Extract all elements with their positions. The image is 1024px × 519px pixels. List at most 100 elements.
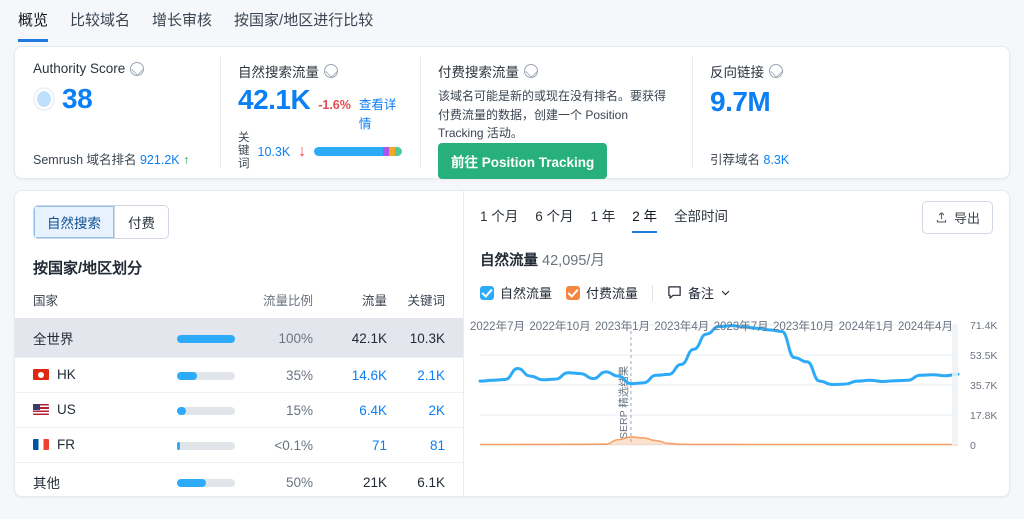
col-traffic: 流量 (361, 294, 387, 308)
cell-traffic: 21K (313, 462, 387, 496)
period-tabs: 1 个月 6 个月 1 年 2 年 全部时间 (480, 205, 993, 233)
tab-growth-audit[interactable]: 增长审核 (152, 9, 212, 42)
x-axis-label: 2022年7月 (470, 321, 525, 333)
cell-traffic-share: 50% (235, 462, 313, 496)
info-icon[interactable] (324, 64, 338, 78)
x-axis-label: 2022年10月 (529, 321, 591, 333)
paid-traffic-label: 付费搜索流量 (438, 65, 519, 80)
cell-keywords[interactable]: 2.1K (387, 357, 463, 393)
legend-divider (652, 284, 654, 301)
export-label: 导出 (953, 211, 980, 226)
main-tabs: 概览 比较域名 增长审核 按国家/地区进行比较 (0, 0, 1024, 42)
period-1-year[interactable]: 1 年 (591, 205, 616, 233)
table-row[interactable]: HK 35% 14.6K 2.1K (15, 357, 463, 393)
country-name: US (57, 402, 76, 417)
cell-country: 全世界 (15, 318, 139, 358)
keywords-value[interactable]: 10.3K (258, 145, 291, 159)
x-axis-label: 2024年1月 (838, 321, 894, 333)
traffic-headline: 自然流量 42,095/月 (480, 249, 993, 270)
go-to-position-tracking-button[interactable]: 前往 Position Tracking (438, 142, 608, 179)
table-row[interactable]: US 15% 6.4K 2K (15, 392, 463, 428)
country-name: 全世界 (33, 332, 74, 347)
keyword-bar-segment (314, 147, 383, 157)
export-icon (936, 212, 947, 223)
cell-keywords[interactable]: 81 (387, 427, 463, 463)
organic-traffic-title: 自然搜索流量 (238, 61, 402, 81)
view-details-link[interactable]: 查看详情 (359, 94, 402, 132)
flag-icon-hk (33, 369, 49, 380)
tab-compare-domains[interactable]: 比较域名 (70, 9, 130, 42)
table-row[interactable]: FR <0.1% 71 81 (15, 427, 463, 463)
referring-domains-value[interactable]: 8.3K (764, 153, 790, 167)
traffic-headline-value: 42,095/月 (542, 253, 605, 269)
backlinks-metric: 反向链接 9.7M 引荐域名 8.3K (692, 47, 952, 178)
organic-traffic-label: 自然搜索流量 (238, 65, 319, 80)
col-keywords: 关键词 (407, 294, 445, 308)
checkbox-paid-icon[interactable] (566, 285, 581, 300)
bar-fill (177, 441, 181, 450)
col-traffic-share: 流量比例 (262, 294, 313, 308)
col-country: 国家 (33, 294, 59, 308)
country-distribution-pane: 自然搜索 付费 按国家/地区划分 国家 流量比例 流量 关键词 全世界 100% 4… (15, 191, 464, 496)
chart-svg[interactable]: 017.8K35.7K53.5K71.4KSERP 精选结果 (474, 317, 1010, 457)
cell-traffic-bar (139, 427, 235, 463)
bar-track (177, 441, 235, 450)
cell-traffic[interactable]: 71 (313, 427, 387, 463)
period-all-time[interactable]: 全部时间 (674, 205, 728, 233)
cell-country: US (15, 392, 139, 428)
cell-keywords[interactable]: 2K (387, 392, 463, 428)
notes-label: 备注 (688, 286, 715, 301)
country-table-body: 全世界 100% 42.1K 10.3K HK 35% 14.6K 2.1K US 15% 6.4K… (15, 318, 463, 496)
organic-traffic-value-row: 42.1K -1.6% 查看详情 (238, 84, 402, 132)
toggle-organic-search[interactable]: 自然搜索 (34, 206, 115, 238)
tab-compare-by-country[interactable]: 按国家/地区进行比较 (234, 9, 373, 42)
paid-traffic-title: 付费搜索流量 (438, 61, 674, 81)
period-6-months[interactable]: 6 个月 (535, 205, 573, 233)
comment-icon (668, 286, 681, 299)
info-icon[interactable] (130, 61, 145, 76)
export-button[interactable]: 导出 (921, 201, 993, 234)
cell-keywords: 6.1K (387, 462, 463, 496)
keywords-row: 关键词 10.3K ↓ (238, 132, 402, 172)
backlinks-label: 反向链接 (710, 65, 764, 80)
info-icon[interactable] (769, 64, 783, 78)
svg-text:71.4K: 71.4K (970, 320, 997, 332)
traffic-headline-label: 自然流量 (480, 253, 538, 269)
bar-track (177, 478, 235, 487)
table-row[interactable]: 其他 50% 21K 6.1K (15, 462, 463, 496)
checkbox-organic-icon[interactable] (480, 285, 494, 300)
info-icon[interactable] (524, 64, 538, 78)
bar-track (177, 406, 235, 415)
authority-score-title: Authority Score (33, 61, 202, 76)
cell-country: FR (15, 427, 139, 463)
table-row[interactable]: 全世界 100% 42.1K 10.3K (15, 318, 463, 358)
period-1-month[interactable]: 1 个月 (480, 205, 518, 233)
cell-traffic-share: 15% (235, 392, 313, 428)
toggle-paid[interactable]: 付费 (115, 206, 168, 238)
notes-dropdown[interactable]: 备注 (667, 283, 731, 302)
cell-traffic[interactable]: 14.6K (313, 357, 387, 393)
svg-text:0: 0 (970, 440, 976, 452)
gauge-icon (33, 87, 55, 112)
tab-overview[interactable]: 概览 (18, 9, 49, 42)
x-axis-label: 2024年4月 (897, 321, 953, 333)
legend-organic-traffic[interactable]: 自然流量 (480, 283, 552, 302)
country-section-title: 按国家/地区划分 (33, 260, 143, 277)
arrow-down-icon: ↓ (298, 142, 307, 160)
legend-paid-traffic[interactable]: 付费流量 (566, 283, 638, 302)
x-axis-label: 2023年7月 (713, 321, 769, 333)
authority-score-metric: Authority Score 38 Semrush 域名排名 921.2K ↑ (15, 47, 220, 178)
country-name: 其他 (33, 476, 60, 491)
semrush-rank-value[interactable]: 921.2K (140, 153, 180, 167)
flag-icon-us (33, 404, 49, 415)
metrics-card: Authority Score 38 Semrush 域名排名 921.2K ↑… (14, 46, 1010, 179)
keyword-bar-segment (394, 147, 402, 157)
cell-traffic[interactable]: 6.4K (313, 392, 387, 428)
bar-track (177, 334, 235, 343)
referring-domains-label: 引荐域名 (710, 153, 761, 167)
authority-score-value-row: 38 (33, 83, 202, 115)
cell-traffic-share: 35% (235, 357, 313, 393)
chart-x-axis-labels: 2022年7月 2022年10月 2023年1月 2023年4月 2023年7月 2023… (470, 318, 953, 334)
chevron-down-icon (721, 290, 730, 296)
period-2-years[interactable]: 2 年 (632, 205, 658, 233)
